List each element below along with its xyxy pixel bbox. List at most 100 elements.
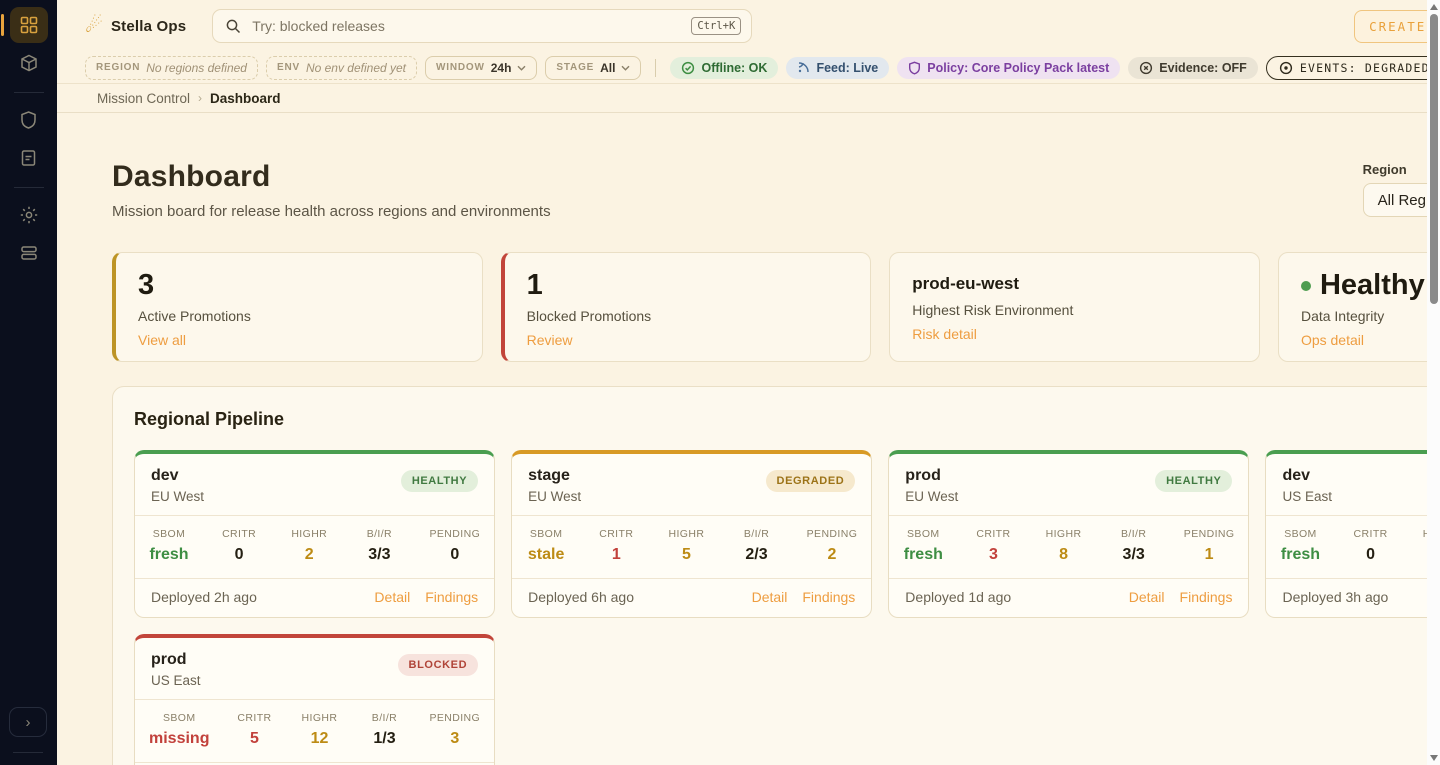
page-title: Dashboard: [112, 160, 551, 194]
stat-value: 2/3: [737, 546, 777, 564]
stat-value: stale: [526, 546, 566, 564]
critr-stat: CRITR 1: [596, 528, 636, 564]
stat-value: 0: [1351, 546, 1391, 564]
pipeline-title: Regional Pipeline: [134, 409, 284, 430]
env-scope-pill[interactable]: ENV No env defined yet: [266, 56, 417, 80]
page-title-block: Dashboard Mission board for release heal…: [112, 160, 551, 220]
view-all-link[interactable]: View all: [138, 332, 186, 348]
stat-value: 8: [1044, 546, 1084, 564]
pipeline-card-footer: Deployed 2h ago Detail Findings: [135, 578, 494, 617]
pending-stat: PENDING 0: [430, 528, 481, 564]
stat-value: Healthy: [1320, 270, 1425, 302]
findings-link[interactable]: Findings: [1180, 589, 1233, 605]
pipeline-card-stats: SBOM stale CRITR 1 HIGHR 5 B/I/R: [512, 515, 871, 578]
highr-stat: HIGHR 2: [289, 528, 329, 564]
stat-value: 3/3: [359, 546, 399, 564]
stat-value: 2: [807, 546, 858, 564]
window-value: 24h: [491, 61, 512, 75]
critr-stat: CRITR 3: [973, 528, 1013, 564]
findings-link[interactable]: Findings: [425, 589, 478, 605]
sidebar-divider: [14, 92, 44, 93]
ops-detail-link[interactable]: Ops detail: [1301, 332, 1364, 348]
keyboard-shortcut-badge: Ctrl+K: [691, 17, 741, 35]
search-input[interactable]: [252, 18, 681, 34]
feed-status-pill[interactable]: Feed: Live: [786, 57, 889, 79]
events-status-pill[interactable]: EVENTS: DEGRADED: [1266, 56, 1440, 80]
stat-label: PENDING: [430, 528, 481, 540]
stat-value: 3/3: [1114, 546, 1154, 564]
sidebar-item-dashboard[interactable]: [10, 7, 48, 43]
env-block: dev US East: [1282, 467, 1332, 504]
offline-status-pill[interactable]: Offline: OK: [670, 57, 778, 79]
pipeline-card-header: prod EU West HEALTHY: [889, 454, 1248, 515]
gear-icon: [19, 205, 39, 225]
region-scope-value: No regions defined: [146, 61, 247, 75]
stat-label: SBOM: [526, 528, 566, 540]
sidebar-divider: [14, 187, 44, 188]
main-area: ☄ Stella Ops Ctrl+K CREATE RELEASE: [57, 0, 1440, 765]
grid-icon: [19, 15, 39, 35]
pipeline-card-footer: Deployed 1d ago Detail Findings: [889, 578, 1248, 617]
bir-stat: B/I/R 2/3: [737, 528, 777, 564]
pipeline-card-stats: SBOM fresh CRITR 0 HIGHR 2 B/I/R: [135, 515, 494, 578]
deployed-text: Deployed 6h ago: [528, 589, 634, 605]
detail-link[interactable]: Detail: [752, 589, 788, 605]
region-name: EU West: [905, 489, 958, 504]
page-scrollbar[interactable]: [1427, 0, 1440, 765]
pipeline-card-footer: Deployed 3h ago Detail Findings: [1266, 578, 1440, 617]
detail-link[interactable]: Detail: [374, 589, 410, 605]
sidebar-item-settings[interactable]: [10, 197, 48, 233]
highr-stat: HIGHR 5: [666, 528, 706, 564]
package-icon: [19, 53, 39, 73]
env-name: stage: [528, 467, 581, 485]
stat-label: CRITR: [1351, 528, 1391, 540]
stage-dropdown[interactable]: STAGE All: [545, 56, 641, 80]
stat-value: 5: [666, 546, 706, 564]
data-integrity-card: Healthy Data Integrity Ops detail: [1278, 252, 1440, 362]
dashboard-content: Dashboard Mission board for release heal…: [57, 113, 1440, 765]
policy-status-pill[interactable]: Policy: Core Policy Pack latest: [897, 57, 1120, 79]
stat-label: PENDING: [1184, 528, 1235, 540]
scroll-up-arrow[interactable]: [1430, 4, 1438, 10]
stat-label: HIGHR: [299, 712, 339, 724]
stat-value-row: Healthy: [1301, 270, 1440, 302]
breadcrumb: Mission Control › Dashboard: [57, 84, 1440, 113]
sidebar-collapse-button[interactable]: ›: [9, 707, 47, 737]
evidence-status-pill[interactable]: Evidence: OFF: [1128, 57, 1258, 79]
window-dropdown[interactable]: WINDOW 24h: [425, 56, 537, 80]
policy-status-text: Policy: Core Policy Pack latest: [927, 61, 1109, 75]
page-subtitle: Mission board for release health across …: [112, 203, 551, 220]
stat-value: 3: [138, 270, 460, 302]
env-scope-label: ENV: [277, 62, 300, 73]
bir-stat: B/I/R 3/3: [359, 528, 399, 564]
sidebar-item-infrastructure[interactable]: [10, 235, 48, 271]
sidebar-item-documents[interactable]: [10, 140, 48, 176]
stat-value: 1/3: [364, 730, 404, 748]
pipeline-card-header: prod US East BLOCKED: [135, 638, 494, 699]
stat-label: SBOM: [903, 528, 943, 540]
detail-link[interactable]: Detail: [1129, 589, 1165, 605]
findings-link[interactable]: Findings: [802, 589, 855, 605]
shield-icon: [908, 61, 921, 75]
region-scope-pill[interactable]: REGION No regions defined: [85, 56, 258, 80]
topbar: ☄ Stella Ops Ctrl+K CREATE RELEASE: [57, 0, 1440, 52]
comet-logo-icon: ☄: [85, 16, 103, 36]
chevron-right-icon: ›: [26, 714, 31, 731]
stat-label: SBOM: [149, 528, 189, 540]
scroll-down-arrow[interactable]: [1430, 755, 1438, 761]
sidebar-item-releases[interactable]: [10, 45, 48, 81]
scrollbar-thumb[interactable]: [1430, 14, 1438, 304]
env-block: dev EU West: [151, 467, 204, 504]
healthy-dot-icon: [1301, 281, 1311, 291]
env-block: stage EU West: [528, 467, 581, 504]
breadcrumb-mission-control[interactable]: Mission Control: [97, 91, 190, 106]
env-block: prod EU West: [905, 467, 958, 504]
global-search[interactable]: Ctrl+K: [212, 9, 752, 43]
review-link[interactable]: Review: [527, 332, 573, 348]
sidebar-item-security[interactable]: [10, 102, 48, 138]
stat-label: Highest Risk Environment: [912, 302, 1237, 318]
stat-label: HIGHR: [289, 528, 329, 540]
sidebar-divider: [13, 752, 43, 753]
stat-label: HIGHR: [666, 528, 706, 540]
risk-detail-link[interactable]: Risk detail: [912, 326, 977, 342]
